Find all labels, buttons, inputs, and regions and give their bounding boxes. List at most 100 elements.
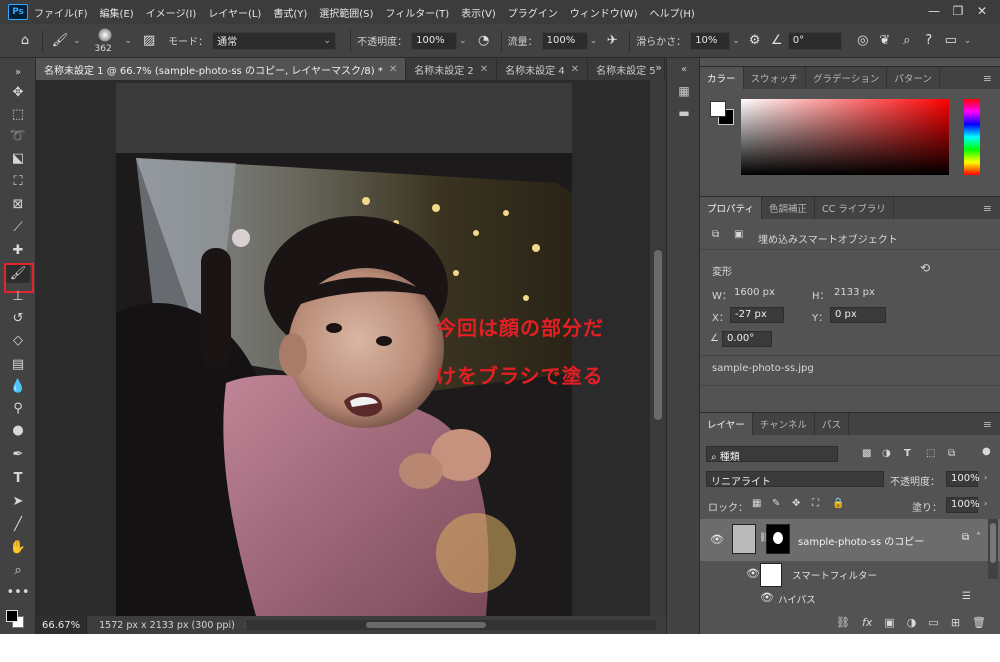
tab-color[interactable]: カラー: [700, 67, 744, 89]
menu-file[interactable]: ファイル(F): [34, 5, 88, 20]
type-tool-icon[interactable]: T: [6, 468, 30, 488]
doc-tab-1[interactable]: 名称未設定 1 @ 66.7% (sample-photo-ss のコピー, レ…: [36, 58, 407, 80]
layer-name[interactable]: sample-photo-ss のコピー: [798, 533, 924, 548]
highpass-filter-row[interactable]: 👁 ハイパス ☰: [700, 589, 1000, 607]
hue-slider[interactable]: [964, 99, 980, 175]
tab-adjustments[interactable]: 色調補正: [762, 197, 815, 219]
search-icon[interactable]: ⌕: [896, 30, 918, 52]
crop-tool-icon[interactable]: ⛶: [6, 171, 30, 191]
brush-settings-icon[interactable]: ▨: [138, 30, 160, 52]
help-icon[interactable]: ?: [918, 30, 940, 52]
chevron-right-icon[interactable]: ›: [984, 473, 987, 482]
collapse-toolbox-icon[interactable]: »: [6, 62, 30, 82]
blend-mode-select[interactable]: リニアライト: [706, 471, 884, 488]
chevron-down-icon[interactable]: ⌄: [459, 36, 467, 46]
menu-image[interactable]: イメージ(I): [146, 5, 197, 20]
gradient-tool-icon[interactable]: ▤: [6, 354, 30, 374]
frame-tool-icon[interactable]: ⊠: [6, 194, 30, 214]
airbrush-icon[interactable]: ✈: [601, 30, 623, 52]
tab-layers[interactable]: レイヤー: [700, 413, 753, 435]
mode-select[interactable]: 通常 ⌄: [212, 31, 337, 50]
pressure-size-icon[interactable]: ◎: [852, 30, 874, 52]
menu-select[interactable]: 選択範囲(S): [319, 5, 373, 20]
close-icon[interactable]: ✕: [480, 64, 488, 75]
color-field[interactable]: [741, 99, 949, 175]
vertical-scrollbar[interactable]: [650, 80, 666, 616]
smart-filter-mask-thumbnail[interactable]: [760, 563, 782, 587]
brush-size-picker[interactable]: 362: [89, 26, 123, 56]
brush-preset-icon[interactable]: 🖌: [49, 30, 71, 52]
document-photo[interactable]: [116, 83, 572, 616]
tab-patterns[interactable]: パターン: [887, 67, 940, 89]
reset-transform-icon[interactable]: ⟲: [920, 261, 930, 275]
tab-channels[interactable]: チャンネル: [753, 413, 815, 435]
w-value[interactable]: 1600 px: [734, 287, 775, 298]
pressure-opacity-icon[interactable]: ◔: [473, 30, 495, 52]
lock-all-icon[interactable]: 🔒: [832, 498, 844, 509]
menu-filter[interactable]: フィルター(T): [385, 5, 449, 20]
hand-tool-icon[interactable]: ✋: [6, 537, 30, 557]
foreground-swatch[interactable]: [710, 101, 726, 117]
close-window-button[interactable]: ✕: [970, 2, 994, 20]
filter-smart-object-icon[interactable]: ⧉: [948, 448, 955, 459]
sponge-tool-icon[interactable]: ●: [6, 420, 30, 440]
fill-input[interactable]: 100%: [946, 497, 980, 513]
new-layer-icon[interactable]: ⊞: [951, 616, 960, 629]
vertical-scroll-thumb[interactable]: [654, 250, 662, 420]
more-tools-icon[interactable]: •••: [6, 582, 30, 602]
doc-tab-4[interactable]: 名称未設定 4 ✕: [497, 58, 589, 80]
move-tool-icon[interactable]: ✥: [6, 82, 30, 102]
collapse-panels-icon[interactable]: «: [675, 60, 693, 78]
eyedropper-tool-icon[interactable]: ⟋: [6, 217, 30, 237]
chevron-right-icon[interactable]: ›: [984, 499, 987, 508]
filter-pixel-icon[interactable]: ▩: [862, 448, 871, 459]
menu-view[interactable]: 表示(V): [461, 5, 496, 20]
lasso-tool-icon[interactable]: ➰: [6, 126, 30, 146]
chevron-down-icon[interactable]: ⌄: [732, 36, 740, 46]
panel-menu-icon[interactable]: ≡: [983, 197, 1000, 219]
lock-transparent-icon[interactable]: ▦: [752, 498, 761, 509]
zoom-tool-icon[interactable]: ⌕: [6, 560, 30, 580]
adjustment-layer-icon[interactable]: ◑: [907, 616, 917, 629]
flow-input[interactable]: 100%: [541, 31, 588, 50]
filter-options-icon[interactable]: ☰: [962, 591, 971, 602]
add-mask-icon[interactable]: ▣: [884, 616, 894, 629]
smart-filter-row[interactable]: 👁 スマートフィルター: [700, 561, 1000, 589]
opacity-input[interactable]: 100%: [411, 31, 458, 50]
panel-menu-icon[interactable]: ≡: [983, 67, 1000, 89]
more-tabs-icon[interactable]: »: [655, 61, 662, 74]
workspace-icon[interactable]: ▭: [940, 30, 962, 52]
menu-layer[interactable]: レイヤー(L): [208, 5, 261, 20]
comments-icon[interactable]: ▬: [675, 104, 693, 122]
new-group-icon[interactable]: ▭: [928, 616, 938, 629]
chevron-down-icon[interactable]: ⌄: [125, 36, 133, 46]
eraser-tool-icon[interactable]: ◇: [6, 330, 30, 350]
history-icon[interactable]: ▦: [675, 82, 693, 100]
home-icon[interactable]: ⌂: [14, 30, 36, 52]
menu-help[interactable]: ヘルプ(H): [649, 5, 694, 20]
tab-properties[interactable]: プロパティ: [700, 197, 762, 219]
dodge-tool-icon[interactable]: ⚲: [6, 398, 30, 418]
fx-icon[interactable]: fx: [862, 616, 872, 629]
filter-shape-icon[interactable]: ⬚: [926, 448, 935, 459]
link-layers-icon[interactable]: ⛓: [836, 616, 850, 629]
menu-type[interactable]: 書式(Y): [273, 5, 307, 20]
chevron-down-icon[interactable]: ⌄: [590, 36, 598, 46]
chevron-up-icon[interactable]: ˄: [976, 532, 981, 543]
foreground-color-swatch[interactable]: [6, 610, 18, 622]
close-icon[interactable]: ✕: [571, 64, 579, 75]
zoom-level-field[interactable]: 66.67%: [36, 616, 88, 634]
lock-image-icon[interactable]: ✎: [772, 498, 780, 509]
tab-swatches[interactable]: スウォッチ: [744, 67, 807, 89]
layers-scrollbar[interactable]: [988, 519, 998, 579]
fg-bg-swatches[interactable]: [710, 101, 734, 125]
maximize-button[interactable]: ❐: [946, 2, 970, 20]
color-swatches[interactable]: [4, 606, 32, 630]
chevron-down-icon[interactable]: ⌄: [964, 36, 972, 46]
eye-icon[interactable]: 👁: [760, 591, 774, 604]
close-icon[interactable]: ✕: [389, 64, 397, 75]
x-input[interactable]: -27 px: [730, 307, 784, 323]
layer-opacity-input[interactable]: 100%: [946, 471, 980, 487]
healing-brush-tool-icon[interactable]: ✚: [6, 240, 30, 260]
gear-icon[interactable]: ⚙: [744, 30, 766, 52]
